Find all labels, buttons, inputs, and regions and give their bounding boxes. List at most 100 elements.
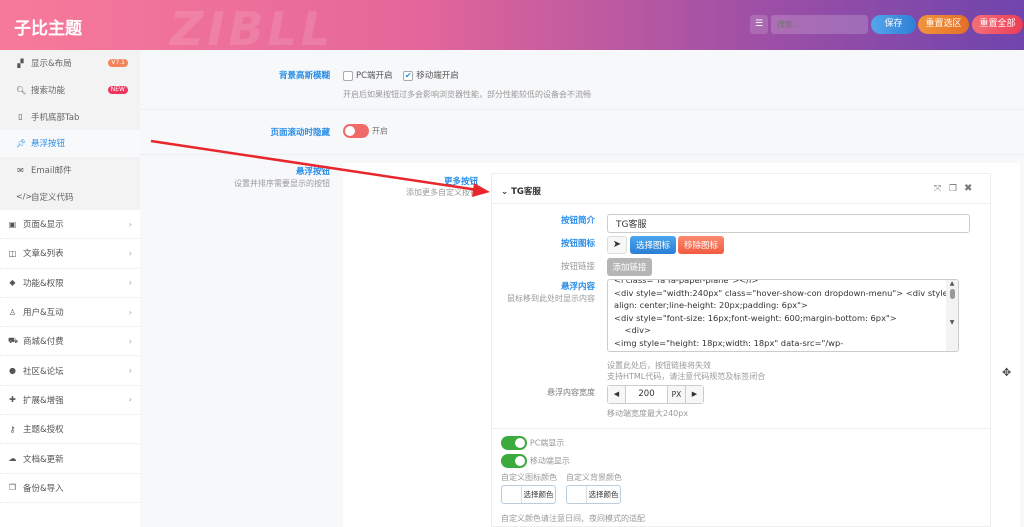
pc-show-label: PC端显示	[529, 438, 565, 448]
map-icon: ◫	[8, 248, 17, 258]
new-badge: NEW	[107, 86, 128, 95]
sidebar-item-0[interactable]: ▣ 页面&显示 ›	[0, 210, 140, 240]
copy-icon: ❐	[8, 483, 17, 493]
cloud-icon: ☁	[8, 454, 17, 464]
sidebar-item-label: 功能&权限	[23, 278, 64, 289]
code-line: <img style="height: 18px;width: 18px" da…	[614, 337, 844, 348]
sidebar-item-label: 备份&导入	[23, 483, 64, 494]
pc-show-toggle[interactable]: PC端显示	[501, 436, 564, 450]
user-icon: ♙	[8, 307, 17, 317]
search-icon: 🔍︎	[16, 85, 27, 95]
sidebar-item-label: 自定义代码	[31, 192, 74, 203]
sidebar-item-7[interactable]: ⚷ 主题&授权	[0, 415, 140, 445]
search-input[interactable]	[771, 15, 868, 34]
code-icon: </>	[16, 192, 33, 202]
sidebar-item-label: Email邮件	[31, 166, 72, 177]
code-line: <div style="font-size: 16px;font-weight:…	[614, 312, 897, 323]
sidebar-item-label: 商城&付费	[23, 337, 64, 348]
menu-toggle-button[interactable]: ☰	[750, 15, 768, 34]
scrollbar[interactable]: ▲ ▼	[946, 280, 958, 351]
content-note-2: 支持HTML代码，请注意代码规范及标签闭合	[607, 372, 766, 381]
code-line: align: center;line-height: 20px;padding:…	[614, 300, 808, 310]
blur-options: PC端开启 ✔ 移动端开启	[343, 69, 459, 81]
increment-button[interactable]: ▶	[685, 386, 703, 403]
add-link-button[interactable]: 添加链接	[607, 258, 652, 276]
sidebar-item-layout[interactable]: ▞ 显示&布局 V7.1	[0, 50, 140, 77]
sidebar-item-custom-code[interactable]: </> 自定义代码	[0, 183, 140, 210]
icon-label: 按钮图标	[560, 239, 595, 249]
remove-icon-button[interactable]: 移除图标	[678, 236, 724, 254]
card-header[interactable]	[492, 174, 990, 204]
expand-icon[interactable]: ⤧	[934, 184, 941, 194]
calendar-icon: ▣	[8, 219, 17, 229]
reset-all-button[interactable]: 重置全部	[972, 15, 1023, 34]
content-label: 悬浮内容	[560, 282, 595, 292]
sidebar-item-5[interactable]: ● 社区&论坛 ›	[0, 356, 140, 386]
sidebar-item-4[interactable]: ⛟ 商城&付费 ›	[0, 327, 140, 357]
bg-color-picker[interactable]: 选择颜色	[566, 485, 621, 504]
header: ZIBLL 子比主题 ☰ 保存 重置选区 重置全部	[0, 0, 1024, 56]
sidebar-item-label: 文档&更新	[23, 454, 64, 465]
intro-input[interactable]: TG客服	[607, 214, 970, 233]
icon-color-picker[interactable]: 选择颜色	[501, 485, 556, 504]
width-value[interactable]: 200	[626, 386, 667, 403]
move-icon[interactable]: ✥	[1002, 366, 1011, 379]
toggle-state: 开启	[371, 126, 388, 136]
blur-desc: 开启后如果按钮过多会影响浏览器性能，部分性能较低的设备会不流畅	[343, 90, 591, 99]
layout-icon: ▞	[17, 58, 24, 68]
chevron-right-icon: ›	[128, 248, 132, 258]
content-desc: 鼠标移到此处时显示内容	[507, 294, 595, 303]
blur-label: 背景高斯模糊	[278, 71, 330, 81]
mobile-show-toggle[interactable]: 移动端显示	[501, 454, 570, 468]
hide-scroll-toggle[interactable]: 开启	[343, 124, 388, 138]
scrollbar-thumb[interactable]	[949, 289, 955, 299]
decrement-button[interactable]: ◀	[608, 386, 626, 403]
card-title-text: TG客服	[511, 187, 541, 197]
sidebar-item-label: 悬浮按钮	[31, 139, 66, 150]
content-textarea[interactable]: <i class="fa fa-paper-plane"></i> <div st…	[607, 279, 959, 352]
chevron-right-icon: ›	[128, 219, 132, 229]
sidebar-item-3[interactable]: ♙ 用户&互动 ›	[0, 298, 140, 328]
sidebar-item-label: 主题&授权	[23, 425, 64, 436]
sidebar-item-float-button[interactable]: 📌︎ 悬浮按钮	[0, 130, 140, 157]
sidebar-item-mobile-tab[interactable]: ▯ 手机底部Tab	[0, 103, 140, 130]
close-icon[interactable]: ✖	[964, 183, 972, 194]
reset-section-button[interactable]: 重置选区	[918, 15, 969, 34]
sidebar-item-email[interactable]: ✉ Email邮件	[0, 157, 140, 184]
sidebar-item-9[interactable]: ❐ 备份&导入	[0, 474, 140, 503]
chevron-right-icon: ›	[128, 278, 132, 288]
sidebar-item-search[interactable]: 🔍︎ 搜索功能 NEW	[0, 77, 140, 104]
clone-icon[interactable]: ❐	[949, 184, 957, 194]
mobile-checkbox-label: 移动端开启	[416, 71, 459, 81]
link-label: 按钮链接	[560, 262, 595, 272]
pick-color-label: 选择颜色	[523, 490, 554, 499]
pc-checkbox[interactable]: PC端开启	[343, 70, 393, 81]
float-buttons-desc: 设置并排序需要显示的按钮	[234, 179, 330, 188]
chevron-right-icon: ›	[128, 366, 132, 376]
bg-color-label: 自定义背景颜色	[566, 473, 622, 482]
hide-scroll-label: 页面滚动时隐藏	[270, 128, 330, 138]
sidebar-item-label: 扩展&增强	[23, 395, 64, 406]
envelope-icon: ✉	[17, 165, 24, 175]
intro-label: 按钮简介	[560, 216, 595, 226]
logo: 子比主题	[14, 19, 82, 39]
save-button[interactable]: 保存	[871, 15, 916, 34]
card-title[interactable]: ⌄ TG客服	[501, 185, 541, 197]
sidebar-item-label: 显示&布局	[31, 59, 72, 70]
width-stepper[interactable]: ◀ 200 PX ▶	[607, 385, 704, 404]
sidebar-item-1[interactable]: ◫ 文章&列表 ›	[0, 239, 140, 269]
mobile-checkbox[interactable]: ✔ 移动端开启	[403, 70, 459, 81]
sidebar-item-2[interactable]: ◆ 功能&权限 ›	[0, 269, 140, 298]
code-line: <div>	[614, 325, 651, 335]
sidebar-item-label: 搜索功能	[31, 86, 66, 97]
puzzle-icon: ✚	[9, 395, 16, 405]
content-note-1: 设置此处后，按钮链接将失效	[607, 361, 711, 370]
version-badge: V7.1	[108, 59, 128, 68]
sidebar-item-8[interactable]: ☁ 文档&更新	[0, 444, 140, 474]
code-line: <div style="width:240px" class="hover-sh…	[614, 287, 958, 298]
sidebar: ▞ 显示&布局 V7.1 🔍︎ 搜索功能 NEW ▯ 手机底部Tab 📌︎ 悬浮按钮 ✉ Em…	[0, 50, 140, 527]
select-icon-button[interactable]: 选择图标	[630, 236, 676, 254]
more-buttons-label: 更多按钮	[443, 177, 478, 187]
sidebar-item-6[interactable]: ✚ 扩展&增强 ›	[0, 386, 140, 416]
sidebar-item-label: 社区&论坛	[23, 366, 64, 377]
